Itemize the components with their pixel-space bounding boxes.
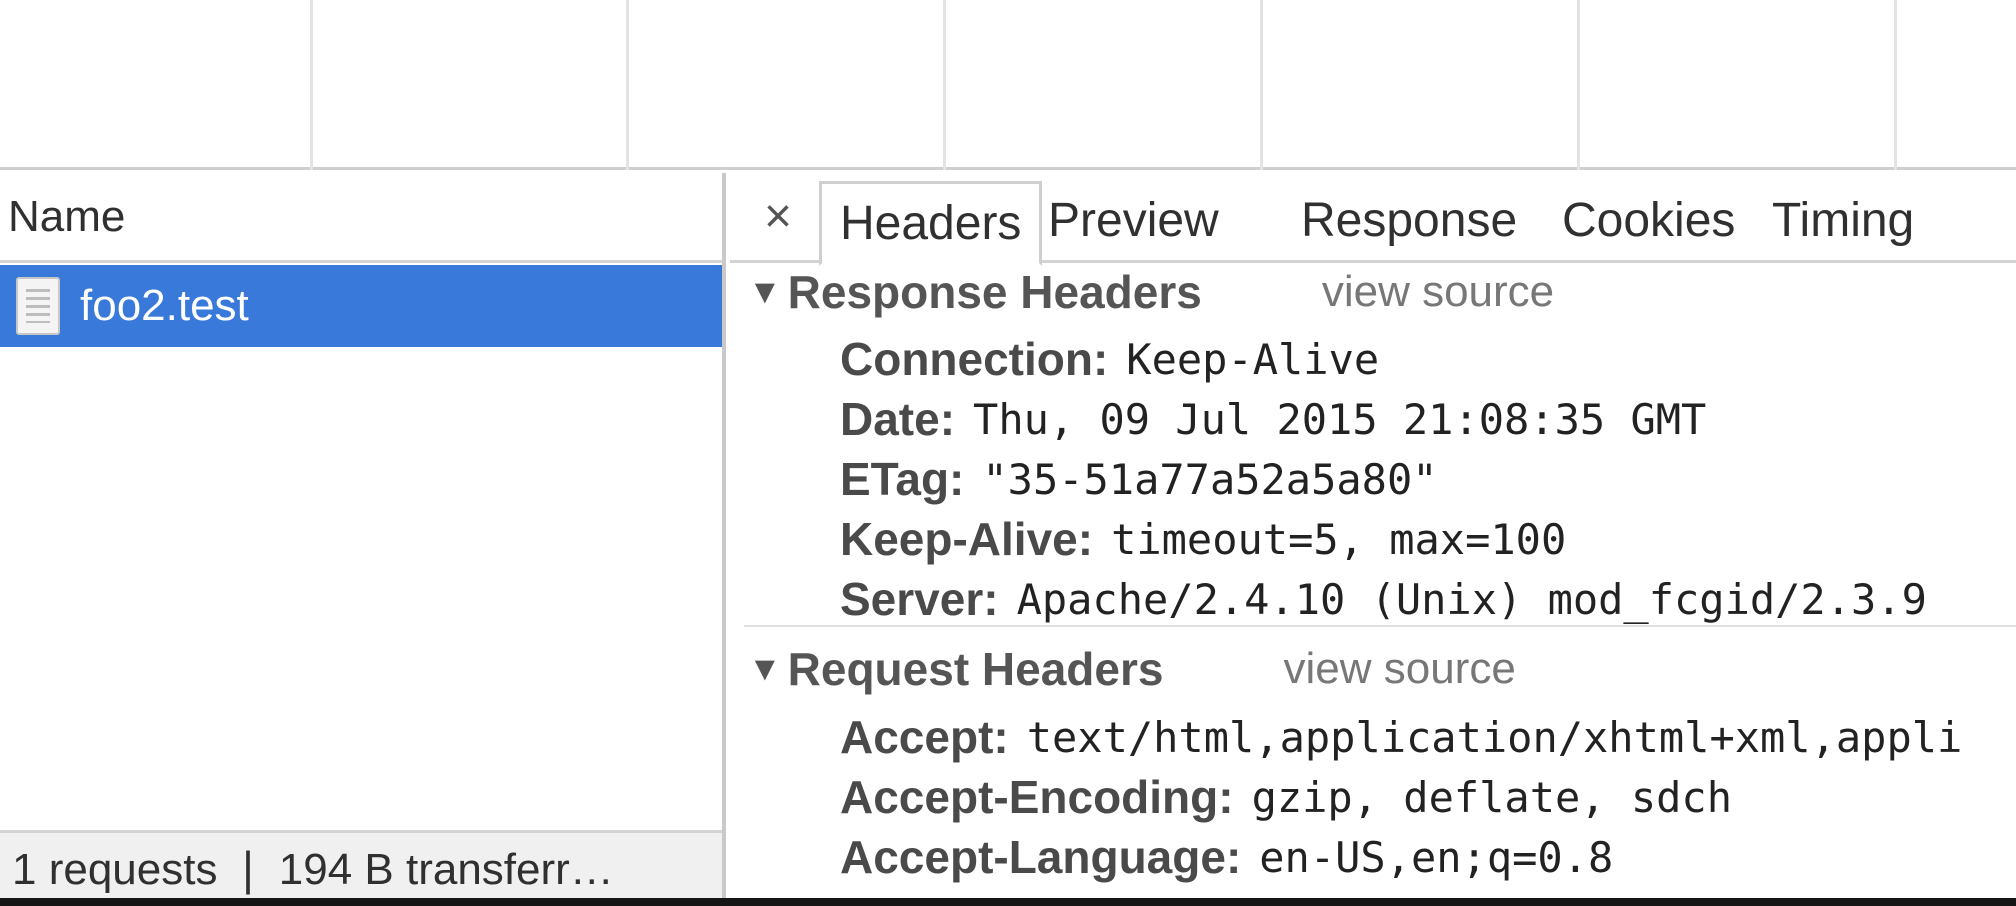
network-summary-bar: 1 requests ❘ 194 B transferr… [0, 830, 722, 906]
name-column-label: Name [8, 191, 126, 241]
tab-response[interactable]: Response [1283, 181, 1535, 266]
disclosure-triangle-icon[interactable]: ▼ [748, 273, 782, 312]
header-value: Apache/2.4.10 (Unix) mod_fcgid/2.3.9 [1016, 574, 1927, 624]
close-icon[interactable]: × [758, 187, 798, 247]
timeline-gridline [626, 0, 629, 170]
header-name: Connection: [840, 333, 1109, 385]
timeline-gridline [1894, 0, 1897, 170]
header-value: text/html,application/xhtml+xml,appli [1026, 712, 1963, 762]
tab-cookies[interactable]: Cookies [1544, 181, 1753, 266]
header-row: Accept: text/html,application/xhtml+xml,… [840, 709, 1962, 765]
request-view-source-link[interactable]: view source [1283, 644, 1515, 694]
timeline-gridline [943, 0, 946, 170]
header-name: Keep-Alive: [840, 513, 1094, 565]
name-column-header[interactable]: Name [0, 173, 722, 263]
header-name: Accept-Language: [840, 831, 1242, 883]
timeline-gridline [1577, 0, 1580, 170]
tab-headers[interactable]: Headers [819, 181, 1043, 266]
header-value: gzip, deflate, sdch [1251, 772, 1732, 822]
request-headers-section-title[interactable]: ▼ Request Headers view source [748, 639, 1516, 699]
tab-preview[interactable]: Preview [1030, 181, 1237, 266]
request-details-panel: × Headers Preview Response Cookies Timin… [730, 173, 2016, 906]
header-name: Accept: [840, 711, 1009, 763]
header-row: Accept-Encoding: gzip, deflate, sdch [840, 769, 1732, 825]
tab-timing[interactable]: Timing [1754, 181, 1932, 266]
window-bottom-edge [0, 898, 2016, 906]
requests-panel: Name foo2.test 1 requests ❘ 194 B transf… [0, 173, 726, 906]
header-row: Server: Apache/2.4.10 (Unix) mod_fcgid/2… [840, 571, 1927, 627]
header-row: Date: Thu, 09 Jul 2015 21:08:35 GMT [840, 391, 1706, 447]
header-value: "35-51a77a52a5a80" [982, 454, 1438, 504]
request-headers-label: Request Headers [787, 643, 1164, 695]
disclosure-triangle-icon[interactable]: ▼ [748, 650, 782, 689]
section-divider [744, 625, 2016, 627]
header-name: Date: [840, 393, 956, 445]
document-icon [16, 277, 60, 335]
header-name: Server: [840, 573, 999, 625]
header-name: ETag: [840, 453, 965, 505]
details-tabbar: × Headers Preview Response Cookies Timin… [730, 173, 2016, 266]
request-name: foo2.test [80, 281, 249, 330]
devtools-network-panel: Name foo2.test 1 requests ❘ 194 B transf… [0, 0, 2016, 906]
header-row: Accept-Language: en-US,en;q=0.8 [840, 829, 1613, 885]
summary-text: 1 requests ❘ 194 B transferr… [12, 845, 614, 894]
response-headers-label: Response Headers [787, 266, 1202, 318]
header-row: Connection: Keep-Alive [840, 331, 1379, 387]
request-row-foo2-test[interactable]: foo2.test [0, 265, 722, 347]
header-row: ETag: "35-51a77a52a5a80" [840, 451, 1438, 507]
response-headers-section-title[interactable]: ▼ Response Headers view source [748, 262, 1554, 322]
header-value: Keep-Alive [1126, 334, 1380, 384]
response-view-source-link[interactable]: view source [1322, 267, 1554, 317]
header-value: Thu, 09 Jul 2015 21:08:35 GMT [973, 394, 1707, 444]
header-row: Keep-Alive: timeout=5, max=100 [840, 511, 1566, 567]
header-value: timeout=5, max=100 [1111, 514, 1567, 564]
header-name: Accept-Encoding: [840, 771, 1234, 823]
header-value: en-US,en;q=0.8 [1259, 832, 1614, 882]
timeline-overview[interactable] [0, 0, 2016, 170]
timeline-gridline [310, 0, 313, 170]
timeline-gridline [1260, 0, 1263, 170]
